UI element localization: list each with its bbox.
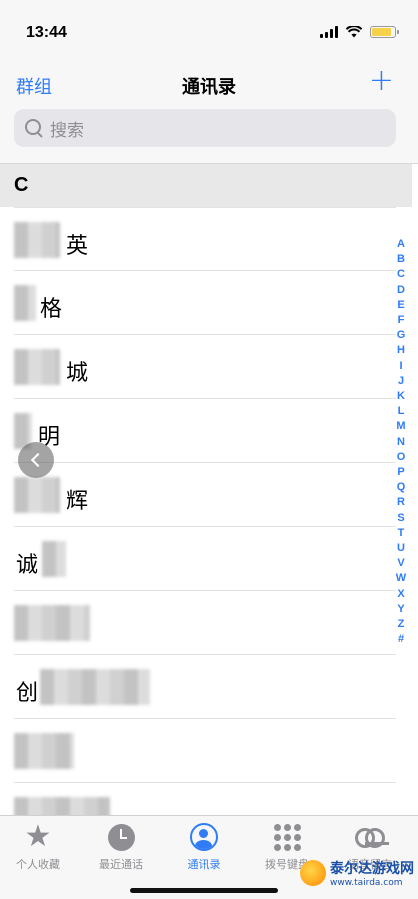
- contact-row[interactable]: [14, 591, 396, 655]
- index-letter[interactable]: #: [398, 632, 404, 647]
- index-letter[interactable]: L: [398, 404, 405, 419]
- index-letter[interactable]: O: [397, 450, 406, 465]
- tab-label: 最近通话: [99, 858, 143, 871]
- index-letter[interactable]: C: [397, 267, 405, 282]
- pixelated-name: [14, 477, 60, 513]
- pixelated-name: [14, 605, 90, 641]
- contact-name: 英: [66, 234, 89, 259]
- battery-icon: [370, 26, 399, 38]
- cellular-signal-icon: [320, 26, 338, 38]
- nav-bar: 群组 通讯录 + 搜索: [0, 64, 418, 164]
- index-letter[interactable]: W: [396, 571, 406, 586]
- index-letter[interactable]: H: [397, 343, 405, 358]
- status-time: 13:44: [26, 24, 67, 41]
- contact-name: 辉: [66, 489, 89, 514]
- index-letter[interactable]: G: [397, 328, 406, 343]
- contact-row[interactable]: 格: [14, 271, 396, 335]
- index-letter[interactable]: F: [398, 313, 405, 328]
- index-letter[interactable]: D: [397, 283, 405, 298]
- status-bar: 13:44: [0, 0, 418, 64]
- home-indicator: [130, 888, 278, 893]
- index-letter[interactable]: Y: [397, 602, 404, 617]
- contact-name: 格: [40, 297, 63, 322]
- tab-favorites[interactable]: ★ 个人收藏: [0, 822, 78, 872]
- index-letter[interactable]: P: [397, 465, 404, 480]
- contact-row[interactable]: 城: [14, 335, 396, 399]
- keypad-icon: [273, 823, 301, 851]
- pixelated-name: [42, 541, 66, 577]
- pixelated-name: [40, 669, 150, 705]
- contact-row[interactable]: [14, 719, 396, 783]
- pixelated-name: [14, 733, 74, 769]
- pixelated-name: [14, 222, 60, 258]
- index-letter[interactable]: X: [397, 587, 404, 602]
- index-letter[interactable]: R: [397, 495, 405, 510]
- index-letter[interactable]: B: [397, 252, 405, 267]
- watermark-name: 泰尔达游戏网: [330, 861, 414, 877]
- index-letter[interactable]: T: [398, 526, 405, 541]
- contact-row[interactable]: 辉: [14, 463, 396, 527]
- section-letter: C: [14, 174, 29, 196]
- alphabet-index[interactable]: A B C D E F G H I J K L M N O P Q R S T U V W X Y Z #: [394, 237, 408, 647]
- contact-row[interactable]: 创: [14, 655, 396, 719]
- contact-name: 诚: [16, 553, 39, 578]
- contact-row[interactable]: 英: [14, 207, 396, 271]
- search-input[interactable]: 搜索: [14, 109, 396, 147]
- tab-contacts[interactable]: 通讯录: [164, 822, 244, 872]
- section-header: C: [0, 164, 412, 207]
- index-letter[interactable]: Q: [397, 480, 406, 495]
- search-placeholder: 搜索: [50, 120, 84, 141]
- index-letter[interactable]: J: [398, 374, 404, 389]
- add-contact-button[interactable]: +: [369, 66, 394, 96]
- index-letter[interactable]: U: [397, 541, 405, 556]
- contact-name: 城: [66, 361, 89, 386]
- index-letter[interactable]: K: [397, 389, 405, 404]
- index-letter[interactable]: Z: [398, 617, 405, 632]
- person-circle-icon: [190, 823, 218, 851]
- voicemail-icon: [355, 828, 389, 848]
- contact-name: 创: [16, 681, 39, 706]
- index-letter[interactable]: M: [396, 419, 405, 434]
- contact-row[interactable]: 诚: [14, 527, 396, 591]
- watermark-url: www.tairda.com: [330, 878, 403, 888]
- index-letter[interactable]: V: [397, 556, 404, 571]
- wifi-icon: [346, 26, 362, 38]
- status-icons: [320, 26, 399, 38]
- contact-row[interactable]: 明: [14, 399, 396, 463]
- tab-label: 个人收藏: [16, 858, 60, 871]
- tab-label: 通讯录: [187, 858, 221, 871]
- watermark: 泰尔达游戏网 www.tairda.com: [300, 858, 414, 888]
- index-letter[interactable]: E: [397, 298, 404, 313]
- index-letter[interactable]: S: [397, 511, 404, 526]
- contact-list: 英 格 城 明 辉 诚 创: [0, 207, 412, 847]
- search-icon: [24, 118, 44, 138]
- watermark-logo-icon: [300, 860, 326, 886]
- tab-recents[interactable]: 最近通话: [81, 822, 161, 872]
- index-letter[interactable]: I: [399, 359, 402, 374]
- pixelated-name: [14, 285, 36, 321]
- star-icon: ★: [24, 819, 52, 854]
- index-letter[interactable]: N: [397, 435, 405, 450]
- page-title: 通讯录: [182, 77, 236, 98]
- clock-icon: [107, 823, 135, 851]
- back-gesture-icon[interactable]: [18, 442, 54, 478]
- index-letter[interactable]: A: [397, 237, 405, 252]
- pixelated-name: [14, 349, 60, 385]
